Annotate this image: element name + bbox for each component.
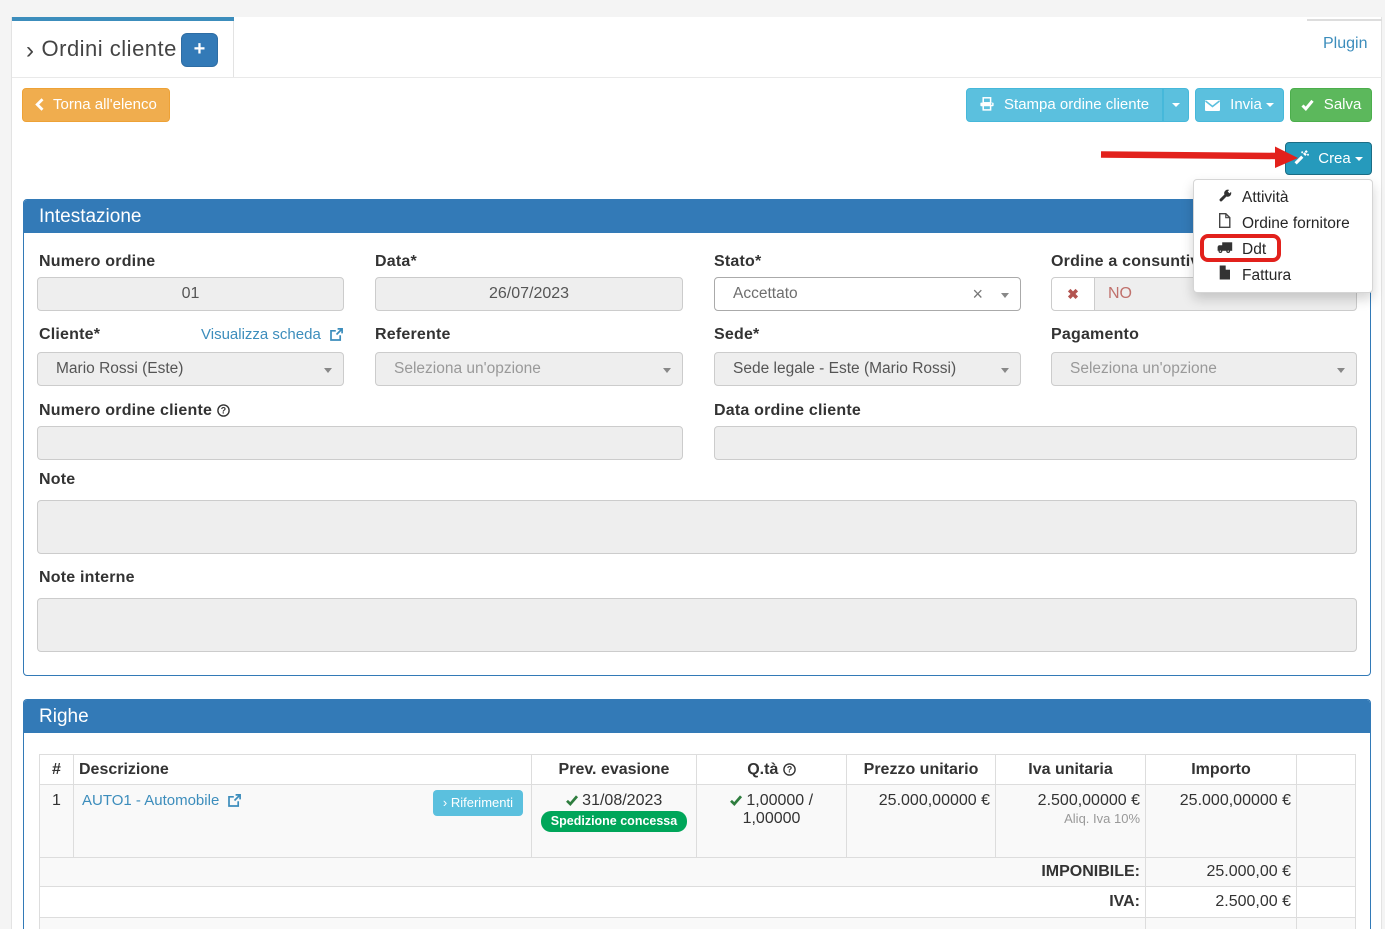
svg-text:?: ? — [220, 406, 226, 416]
svg-text:?: ? — [787, 764, 792, 774]
